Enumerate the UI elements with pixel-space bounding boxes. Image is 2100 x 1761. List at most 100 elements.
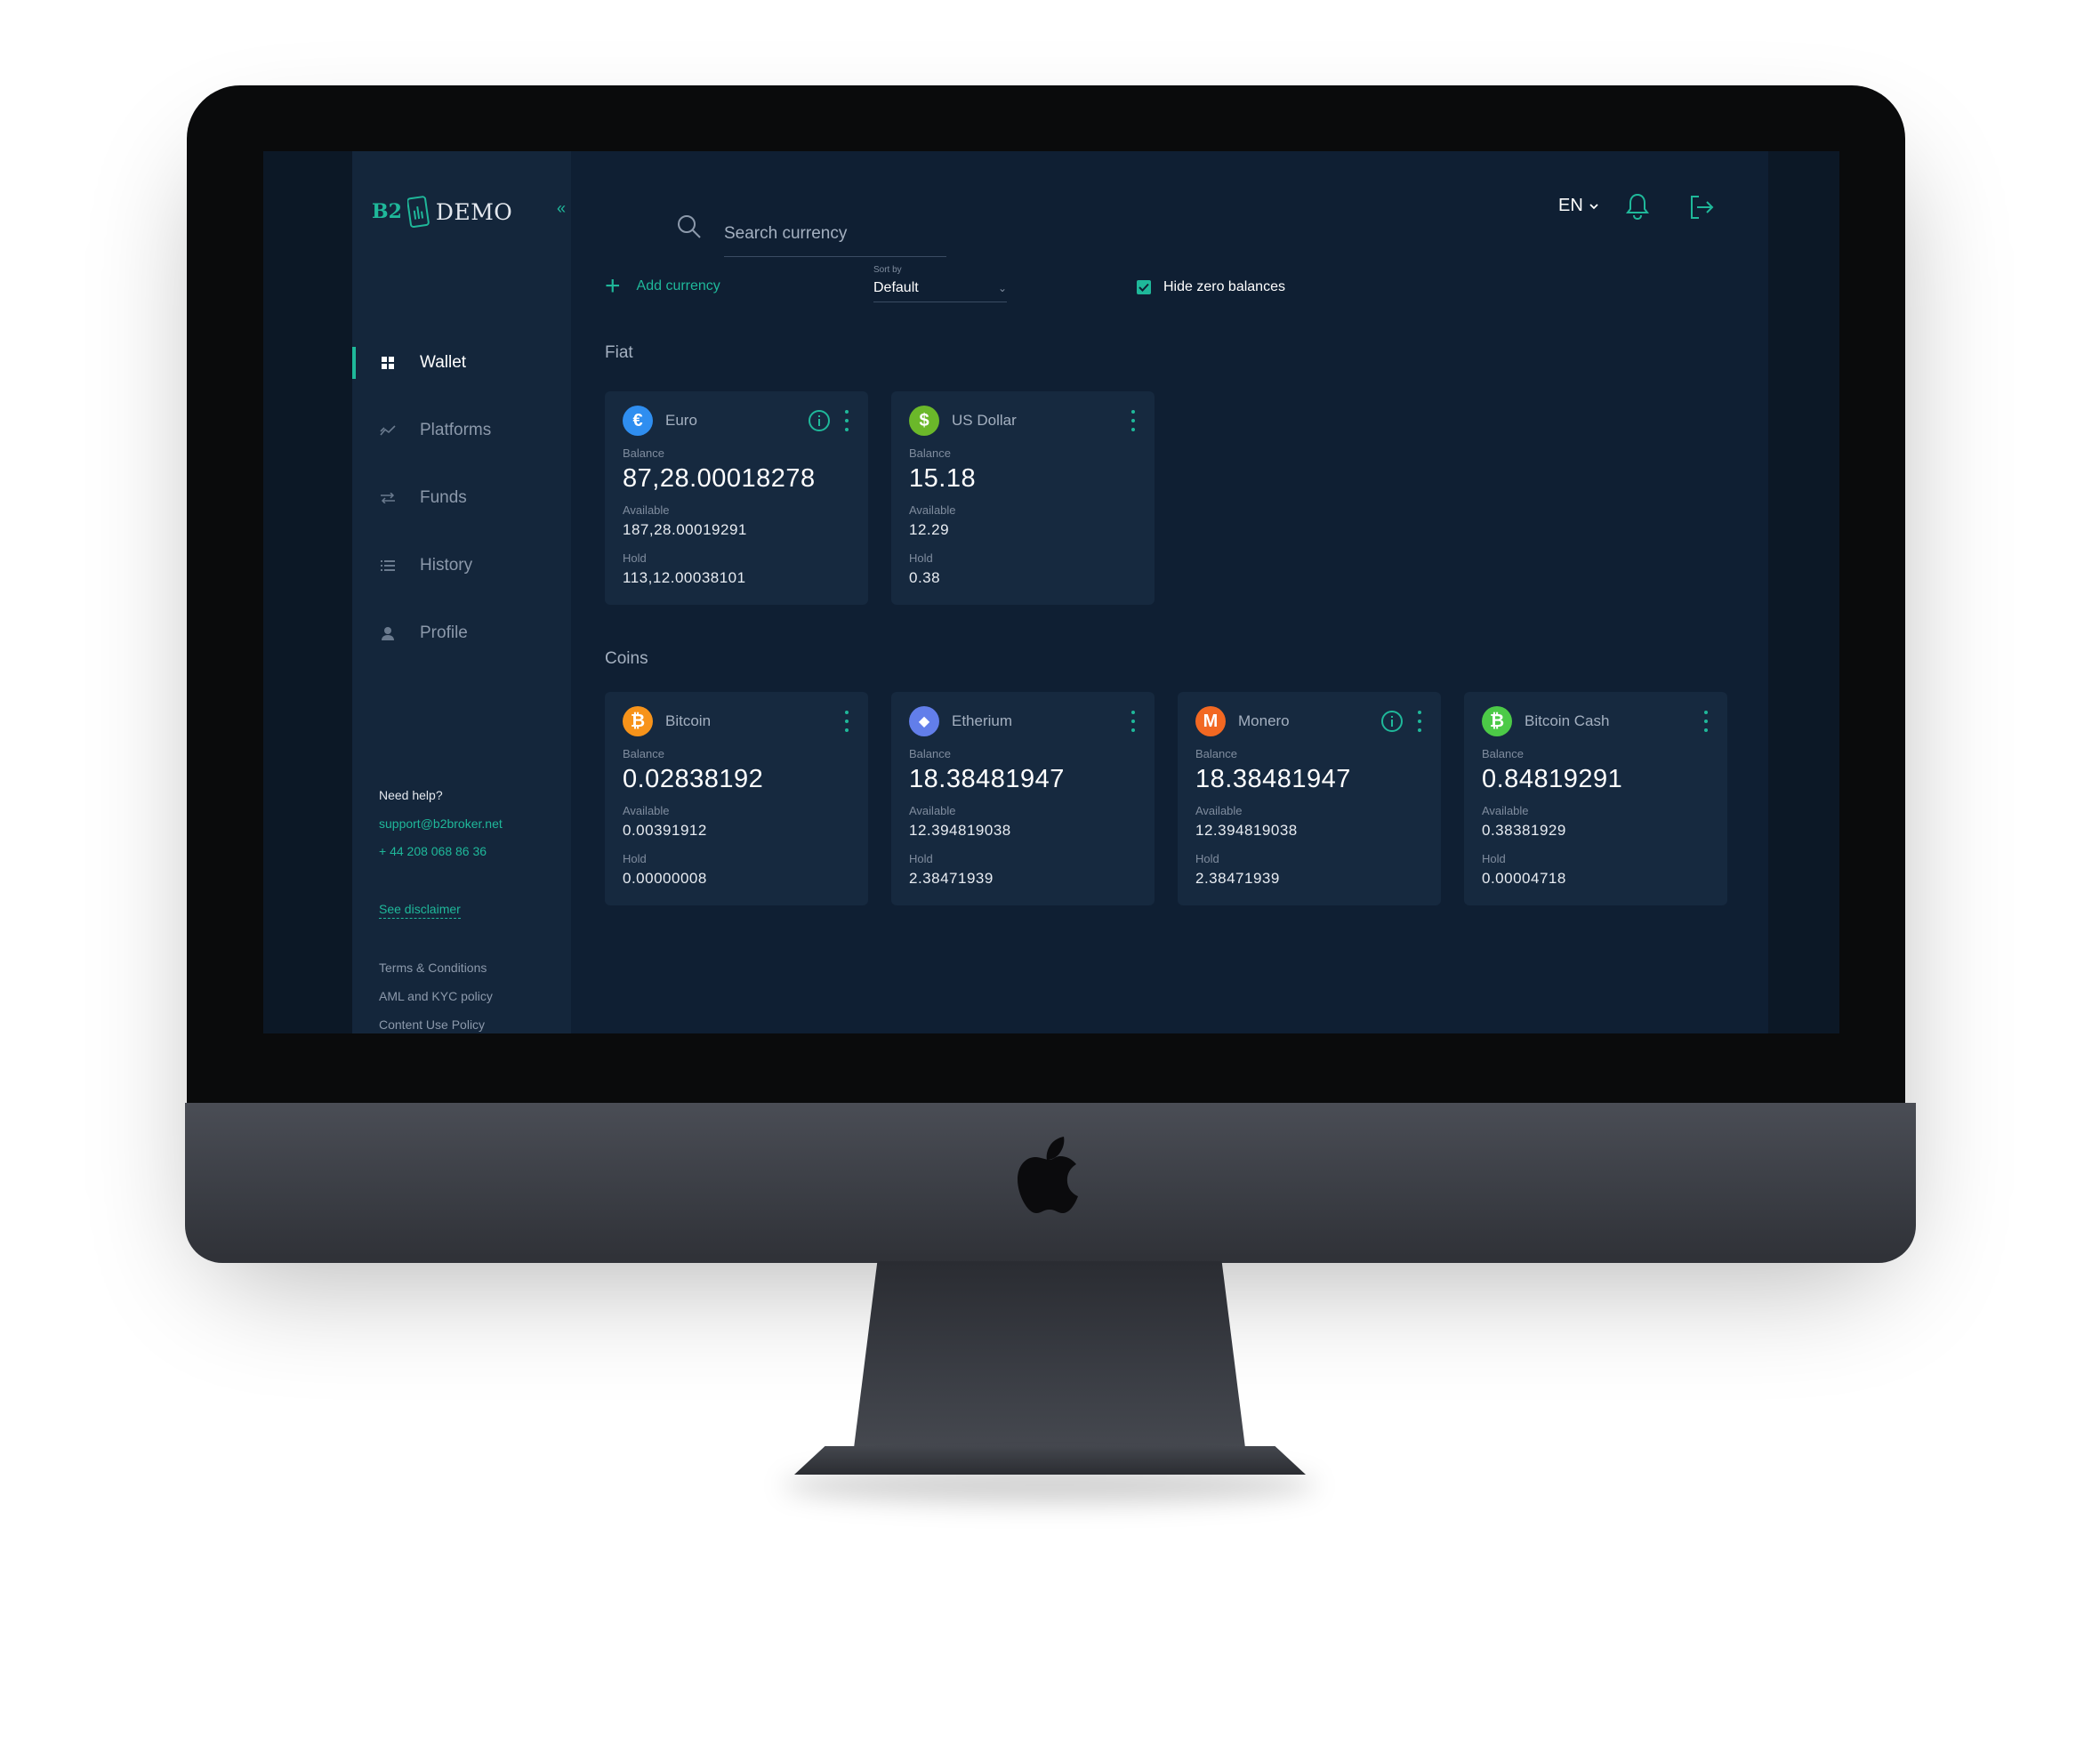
hold-label: Hold	[1195, 852, 1219, 865]
more-options-icon[interactable]	[1704, 711, 1710, 732]
logo-demo: DEMO	[435, 198, 513, 225]
card-name: Monero	[1238, 712, 1290, 729]
sidebar: B2 DEMO « Wallet Platforms Funds History…	[352, 151, 571, 1033]
grid-icon	[379, 354, 397, 372]
more-options-icon[interactable]	[845, 410, 850, 431]
card-name: Euro	[665, 412, 697, 429]
more-options-icon[interactable]	[1131, 410, 1137, 431]
bitcoin-icon: ₿	[623, 706, 653, 736]
add-currency-label: Add currency	[636, 278, 720, 294]
available-value: 187,28.00019291	[623, 521, 747, 538]
add-currency-button[interactable]: + Add currency	[605, 271, 720, 301]
currency-card-us-dollar[interactable]: $ US Dollar Balance 15.18 Available 12.2…	[891, 391, 1155, 605]
currency-card-monero[interactable]: M Monero Balance 18.38481947 Available 1…	[1178, 692, 1441, 905]
sidebar-item-profile[interactable]: Profile	[352, 599, 571, 667]
hold-value: 2.38471939	[1195, 870, 1280, 887]
available-value: 0.38381929	[1482, 822, 1566, 839]
hold-label: Hold	[623, 551, 647, 565]
help-title: Need help?	[379, 788, 443, 802]
balance-label: Balance	[1482, 747, 1524, 760]
transfer-arrows-icon	[379, 489, 397, 507]
app-logo[interactable]: B2 DEMO	[372, 194, 512, 229]
more-options-icon[interactable]	[1418, 711, 1423, 732]
more-options-icon[interactable]	[1131, 711, 1137, 732]
legal-links: Terms & Conditions AML and KYC policy Co…	[379, 961, 493, 1033]
collapse-sidebar-icon[interactable]: «	[557, 199, 566, 218]
language-selector[interactable]: EN	[1558, 196, 1599, 216]
sidebar-nav: Wallet Platforms Funds History Profile	[352, 329, 571, 667]
aml-kyc-link[interactable]: AML and KYC policy	[379, 989, 493, 1003]
chevron-down-icon: ⌄	[997, 282, 1007, 294]
available-label: Available	[623, 503, 670, 517]
available-value: 12.394819038	[909, 822, 1011, 839]
screen-edge-right	[1768, 151, 1839, 1033]
support-email-link[interactable]: support@b2broker.net	[379, 816, 503, 831]
content-use-link[interactable]: Content Use Policy	[379, 1017, 493, 1032]
monitor-stand	[854, 1261, 1245, 1448]
info-icon[interactable]	[1380, 710, 1404, 733]
available-label: Available	[909, 804, 956, 817]
currency-card-euro[interactable]: € Euro Balance 87,28.00018278 Available …	[605, 391, 868, 605]
euro-icon: €	[623, 406, 653, 436]
hold-label: Hold	[909, 852, 933, 865]
hold-label: Hold	[909, 551, 933, 565]
main-content: EN + Add currency Sort by Default ⌄ H	[571, 151, 1768, 1033]
sidebar-item-funds[interactable]: Funds	[352, 464, 571, 532]
card-header: ◆ Etherium	[909, 704, 1137, 738]
sidebar-item-wallet[interactable]: Wallet	[352, 329, 571, 397]
dollar-icon: $	[909, 406, 939, 436]
card-name: Bitcoin	[665, 712, 712, 729]
hold-value: 2.38471939	[909, 870, 994, 887]
section-title-coins: Coins	[605, 649, 648, 668]
available-value: 12.29	[909, 521, 950, 538]
currency-card-bitcoin[interactable]: ₿ Bitcoin Balance 0.02838192 Available 0…	[605, 692, 868, 905]
logo-b2: B2	[372, 200, 402, 223]
chevron-down-icon	[1589, 203, 1598, 209]
ethereum-icon: ◆	[909, 706, 939, 736]
sort-caption: Sort by	[873, 265, 902, 275]
available-value: 0.00391912	[623, 822, 707, 839]
info-icon[interactable]	[808, 409, 831, 432]
monitor-base	[794, 1446, 1306, 1475]
sort-select[interactable]: Default ⌄	[873, 280, 1007, 302]
available-label: Available	[909, 503, 956, 517]
balance-value: 15.18	[909, 464, 977, 493]
sidebar-item-label: Platforms	[420, 421, 492, 439]
available-label: Available	[623, 804, 670, 817]
currency-card-etherium[interactable]: ◆ Etherium Balance 18.38481947 Available…	[891, 692, 1155, 905]
card-header: M Monero	[1195, 704, 1423, 738]
support-phone-link[interactable]: + 44 208 068 86 36	[379, 844, 503, 858]
monero-icon: M	[1195, 706, 1226, 736]
bell-icon[interactable]	[1624, 192, 1651, 221]
hold-value: 113,12.00038101	[623, 569, 746, 586]
search-icon	[678, 215, 701, 238]
sort-value: Default	[873, 280, 919, 295]
more-options-icon[interactable]	[845, 711, 850, 732]
section-title-fiat: Fiat	[605, 343, 633, 362]
sidebar-item-history[interactable]: History	[352, 532, 571, 599]
sort-by: Sort by Default ⌄	[873, 265, 1007, 302]
balance-label: Balance	[623, 446, 664, 460]
hide-zero-checkbox[interactable]	[1137, 280, 1151, 294]
balance-label: Balance	[909, 747, 951, 760]
available-label: Available	[1482, 804, 1529, 817]
sidebar-item-platforms[interactable]: Platforms	[352, 397, 571, 464]
logout-icon[interactable]	[1688, 194, 1715, 221]
balance-value: 18.38481947	[909, 765, 1065, 793]
hold-label: Hold	[623, 852, 647, 865]
balance-value: 18.38481947	[1195, 765, 1351, 793]
card-header: ₿ Bitcoin	[623, 704, 850, 738]
plus-icon: +	[605, 271, 621, 301]
disclaimer-link[interactable]: See disclaimer	[379, 902, 461, 919]
balance-label: Balance	[1195, 747, 1237, 760]
balance-value: 0.02838192	[623, 765, 764, 793]
currency-card-bitcoin-cash[interactable]: ₿ Bitcoin Cash Balance 0.84819291 Availa…	[1464, 692, 1727, 905]
terms-link[interactable]: Terms & Conditions	[379, 961, 493, 975]
search-input[interactable]	[724, 219, 946, 257]
hide-zero-toggle[interactable]: Hide zero balances	[1137, 279, 1285, 295]
card-name: Etherium	[952, 712, 1013, 729]
balance-value: 0.84819291	[1482, 765, 1623, 793]
sidebar-item-label: Wallet	[420, 353, 467, 372]
user-icon	[379, 624, 397, 642]
available-label: Available	[1195, 804, 1243, 817]
